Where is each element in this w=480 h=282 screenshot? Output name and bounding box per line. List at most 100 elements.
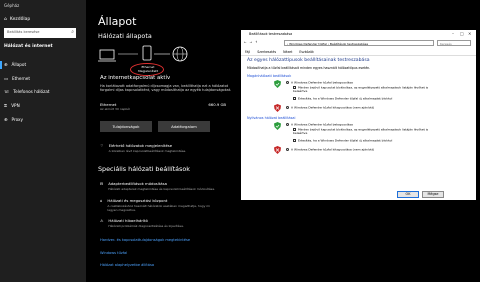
sidebar-item-label: Telefonos hálózat	[13, 89, 50, 94]
sidebar-item-label: Ethernet	[11, 76, 31, 81]
close-icon[interactable]: ✕	[468, 31, 471, 36]
up-icon[interactable]: ↑	[255, 40, 258, 44]
globe-icon	[172, 46, 188, 62]
dialog-search-input[interactable]: Keresés	[437, 40, 471, 46]
device-callout: Ethernet Megjelenített	[134, 65, 162, 73]
home-icon: ⌂	[4, 17, 7, 22]
home-label: Kezdőlap	[9, 17, 31, 22]
public-block-checkbox[interactable]: Minden bejövő kapcsolat blokkolása, az e…	[293, 128, 443, 136]
globe-icon: ⊕	[4, 62, 8, 67]
item-title: Hálózati és megosztási központ	[107, 198, 168, 203]
warning-icon: ⚠	[100, 218, 104, 223]
cancel-button[interactable]: Mégse	[422, 191, 444, 198]
search-icon: ⌕	[71, 29, 74, 35]
menu-tools[interactable]: Eszközök	[299, 50, 314, 54]
public-notify-checkbox[interactable]: Értesítés, ha a Windows Defender tűzfal …	[293, 139, 392, 143]
globe-icon: ⊕	[4, 117, 8, 122]
item-title: Elérhető hálózatok megjelenítése	[108, 143, 173, 148]
public-off-radio[interactable]: A Windows Defender tűzfal kikapcsolása (…	[286, 148, 374, 152]
address-bar: ← → ↑ › Windows Defender tűzfal › Beállí…	[244, 40, 473, 47]
hardware-properties-link[interactable]: Hardver- és kapcsolattulajdonságok megte…	[100, 238, 190, 242]
option-label: Minden bejövő kapcsolat blokkolása, az e…	[293, 85, 429, 94]
firewall-link[interactable]: Windows tűzfal	[100, 251, 127, 255]
sidebar-item-telefonos[interactable]: ☏ Telefonos hálózat	[4, 89, 50, 94]
private-notify-checkbox[interactable]: Értesítés, ha a Windows Defender tűzfal …	[293, 97, 392, 101]
ethernet-size: 660.9 GB	[208, 102, 226, 107]
item-sub: A közelben lévő kapcsolatbeállítások meg…	[108, 149, 187, 153]
sidebar-item-vpn[interactable]: ⚿ VPN	[4, 103, 20, 108]
troubleshooter-item[interactable]: ⚠ Hálózati hibaelhárító Hálózati problém…	[100, 218, 218, 228]
menu-edit[interactable]: Szerkesztés	[257, 50, 276, 54]
private-section-title: Magánhálózati beállítások	[247, 74, 292, 78]
option-label: A Windows Defender tűzfal bekapcsolása	[291, 80, 353, 85]
item-title: Adapterbeállítások módosítása	[108, 181, 167, 186]
callout-line: Megjelenített	[138, 68, 158, 73]
item-sub: A csatlakozáshoz használt hálózatok eset…	[107, 204, 211, 212]
option-label: A Windows Defender tűzfal bekapcsolása	[291, 122, 353, 127]
dialog-title: Beállítások testreszabása	[249, 32, 293, 36]
back-icon[interactable]: ←	[244, 40, 247, 44]
vpn-icon: ⚿	[4, 103, 8, 108]
sidebar-item-allapot[interactable]: ⊕ Állapot	[4, 62, 26, 67]
maximize-icon[interactable]: □	[460, 31, 464, 36]
ethernet-icon: ▭	[4, 76, 8, 81]
home-link[interactable]: ⌂ Kezdőlap	[4, 17, 30, 22]
sidebar-item-label: VPN	[11, 103, 20, 108]
network-status-heading: Hálózati állapota	[98, 32, 152, 40]
dialup-icon: ☏	[4, 89, 10, 94]
ethernet-usage-row: Ethernet Az elmúlt 30 napból 660.9 GB	[100, 102, 226, 111]
option-label: Értesítés, ha a Windows Defender tűzfal …	[298, 96, 393, 101]
main-pane: Állapot Hálózati állapota Ethernet Megje…	[86, 0, 240, 282]
item-sub: Hálózati problémák diagnosztizálása és k…	[108, 224, 184, 228]
wifi-icon: ⌔	[100, 143, 104, 148]
sharing-icon: ⌂	[100, 198, 103, 203]
divider	[241, 55, 476, 56]
sidebar-item-label: Állapot	[11, 62, 27, 67]
shield-red-icon	[274, 146, 281, 154]
breadcrumb[interactable]: › Windows Defender tűzfal › Beállítások …	[284, 40, 434, 46]
ethernet-sub: Az elmúlt 30 napból	[100, 107, 131, 111]
search-placeholder: Beállítás keresése	[7, 30, 40, 34]
option-label: Minden bejövő kapcsolat blokkolása, az e…	[293, 127, 429, 136]
option-label: A Windows Defender tűzfal kikapcsolása (…	[291, 105, 375, 110]
sidebar-item-label: Proxy	[11, 117, 23, 122]
internet-description: Ha korlátozott adatforgalmú díjcsomagja …	[100, 84, 232, 93]
phone-icon	[142, 45, 152, 61]
menu-file[interactable]: Fájl	[245, 50, 250, 54]
menu-view[interactable]: Nézet	[283, 50, 292, 54]
forward-icon[interactable]: →	[249, 40, 252, 44]
adapter-settings-item[interactable]: ⊟ Adapterbeállítások módosítása Hálózati…	[100, 181, 218, 191]
shield-red-icon	[274, 104, 281, 112]
sharing-center-item[interactable]: ⌂ Hálózati és megosztási központ A csatl…	[100, 198, 217, 212]
ok-button[interactable]: OK	[397, 191, 419, 198]
shield-green-icon	[274, 80, 281, 88]
private-off-radio[interactable]: A Windows Defender tűzfal kikapcsolása (…	[286, 106, 374, 110]
item-title: Hálózati hibaelhárító	[108, 218, 148, 223]
network-reset-link[interactable]: Hálózat alaphelyzetbe állítása	[100, 263, 154, 267]
computer-icon	[98, 49, 116, 62]
page-title: Állapot	[98, 15, 137, 28]
private-block-checkbox[interactable]: Minden bejövő kapcsolat blokkolása, az e…	[293, 86, 443, 94]
window-title: Gépház	[4, 3, 20, 8]
advanced-heading: Speciális hálózati beállítások	[98, 165, 190, 173]
section-title: Hálózat és internet	[4, 44, 53, 49]
item-sub: Hálózati adapterek megtekintése és kapcs…	[108, 187, 216, 191]
active-indicator	[0, 61, 2, 69]
settings-sidebar: Gépház ⌂ Kezdőlap Beállítás keresése ⌕ H…	[0, 0, 86, 282]
option-label: A Windows Defender tűzfal kikapcsolása (…	[291, 147, 375, 152]
shield-green-icon	[274, 122, 281, 130]
option-label: Értesítés, ha a Windows Defender tűzfal …	[298, 138, 393, 143]
search-input[interactable]: Beállítás keresése ⌕	[4, 28, 76, 38]
dialog-heading: Az egyes hálózattípusok beállításainak t…	[247, 58, 370, 63]
available-networks-item[interactable]: ⌔ Elérhető hálózatok megjelenítése A köz…	[100, 143, 219, 153]
dialog-intro: Módosíthatja a tűzfal beállításait minde…	[247, 66, 371, 70]
adapter-icon: ⊟	[100, 181, 104, 186]
internet-status: Az internetkapcsolat aktív	[100, 75, 171, 81]
sidebar-item-ethernet[interactable]: ▭ Ethernet	[4, 76, 30, 81]
properties-button[interactable]: Tulajdonságok	[100, 121, 152, 132]
firewall-dialog: Beállítások testreszabása – □ ✕ ← → ↑ › …	[241, 30, 476, 200]
sidebar-item-proxy[interactable]: ⊕ Proxy	[4, 117, 23, 122]
minimize-icon[interactable]: –	[452, 31, 454, 36]
data-usage-button[interactable]: Adatforgalom	[158, 121, 210, 132]
menu-bar: Fájl Szerkesztés Nézet Eszközök	[245, 50, 314, 54]
